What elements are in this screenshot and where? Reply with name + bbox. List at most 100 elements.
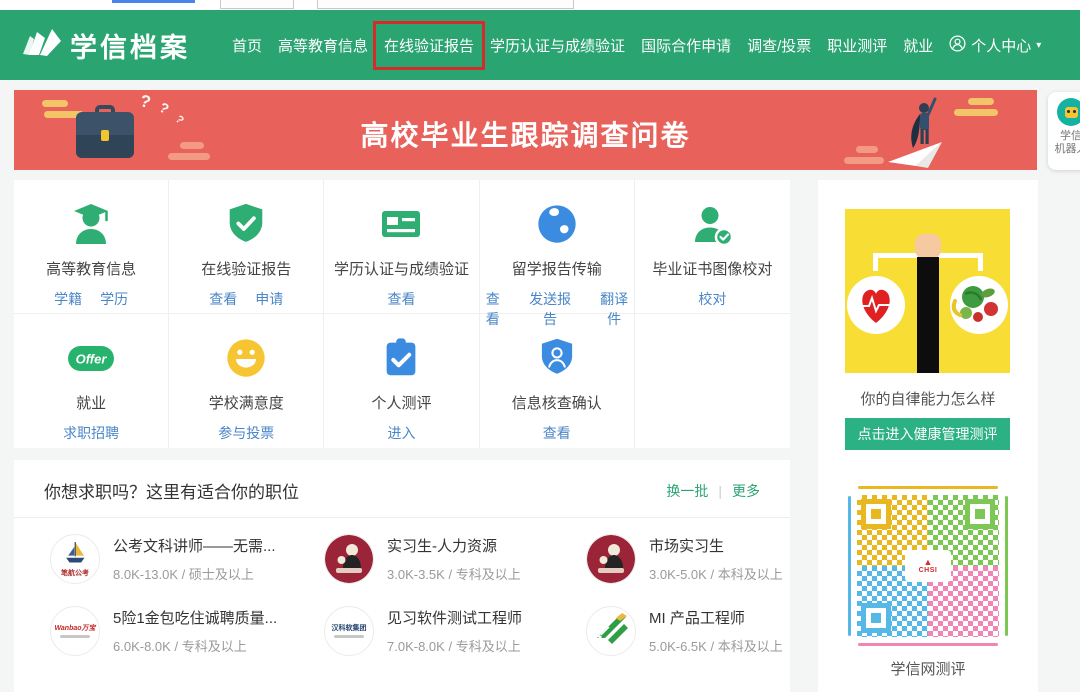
site-logo[interactable]: 学信档案 [20,10,190,80]
service-name: 在线验证报告 [169,258,323,279]
link-view-verification[interactable]: 查看 [387,289,415,309]
job-item-2[interactable]: 实习生-人力资源 3.0K-3.5K / 专科及以上 [324,534,586,584]
job-item-1[interactable]: 笔航公考 公考文科讲师——无需... 8.0K-13.0K / 硕士及以上 [50,534,324,584]
company-logo-hankeruan: 汉科软集团 [324,606,374,656]
chsi-bird-icon: ▲ [924,558,933,567]
service-school-satisfaction: 学校满意度 参与投票 [169,314,324,448]
company-logo-bihang: 笔航公考 [50,534,100,584]
service-name: 信息核查确认 [480,392,634,413]
svg-text:Offer: Offer [76,352,108,367]
nav-item-higher-education-info[interactable]: 高等教育信息 [278,31,368,60]
logo-text: 学信档案 [70,26,190,65]
health-test-illustration[interactable] [845,209,1010,373]
jobs-title: 你想求职吗？这里有适合你的职位 [44,478,299,503]
nav-item-online-verification-report[interactable]: 在线验证报告 [384,31,474,60]
graduate-icon [14,198,168,250]
robot-avatar-icon [1057,98,1080,126]
service-diploma-image-check: 毕业证书图像校对 校对 [635,180,790,314]
main-navbar: 学信档案 首页 高等教育信息 在线验证报告 学历认证与成绩验证 国际合作申请 调… [0,10,1080,80]
company-logo-wanbao: Wanbao万宝 [50,606,100,656]
divider: | [718,483,722,499]
user-center-label: 个人中心 [971,35,1031,56]
service-degree-grade-verification: 学历认证与成绩验证 查看 [324,180,479,314]
refresh-jobs-link[interactable]: 换一批 [666,481,708,501]
nav-item-employment[interactable]: 就业 [903,31,933,60]
job-meta: 8.0K-13.0K / 硕士及以上 [113,564,276,583]
nav-item-international-application[interactable]: 国际合作申请 [641,31,731,60]
nav-item-survey-vote[interactable]: 调查/投票 [747,31,811,60]
nav-item-career-assessment[interactable]: 职业测评 [827,31,887,60]
sidebar-panel: 你的自律能力怎么样 点击进入健康管理测评 ▲ CHSI 学信网测评 [818,180,1038,692]
nav-menu: 首页 高等教育信息 在线验证报告 学历认证与成绩验证 国际合作申请 调查/投票 … [232,10,1041,80]
shield-person-icon [480,332,634,384]
job-item-6[interactable]: MI 产品工程师 5.0K-6.5K / 本科及以上 [586,606,790,656]
job-item-4[interactable]: Wanbao万宝 5险1金包吃住诚聘质量... 6.0K-8.0K / 专科及以… [50,606,324,656]
jobs-grid: 笔航公考 公考文科讲师——无需... 8.0K-13.0K / 硕士及以上 [14,518,790,656]
job-meta: 7.0K-8.0K / 专科及以上 [387,636,522,655]
service-personal-assessment: 个人测评 进入 [324,314,479,448]
offer-badge-icon: Offer [14,332,168,384]
health-assessment-button[interactable]: 点击进入健康管理测评 [845,418,1010,450]
browser-control-fragment [220,0,294,9]
service-overseas-report-transfer: 留学报告传输 查看 发送报告 翻译件 [480,180,635,314]
link-view-confirm[interactable]: 查看 [543,423,571,443]
paper-plane-person-illustration [854,92,984,170]
clipboard-check-icon [324,332,478,384]
link-enter-assessment[interactable]: 进入 [387,423,415,443]
browser-active-tab-indicator [112,0,195,3]
nav-item-label: 在线验证报告 [384,38,474,55]
service-empty-cell [635,314,790,448]
logo-pages-icon [20,27,62,64]
service-name: 个人测评 [324,392,478,413]
nav-item-degree-grade-verification[interactable]: 学历认证与成绩验证 [490,31,625,60]
job-meta: 3.0K-3.5K / 专科及以上 [387,564,521,583]
link-vote[interactable]: 参与投票 [218,423,274,443]
company-logo-mi-circuit [586,606,636,656]
briefcase-icon [76,112,134,158]
service-name: 学校满意度 [169,392,323,413]
id-card-icon [324,198,478,250]
jobs-panel: 你想求职吗？这里有适合你的职位 换一批 | 更多 笔航公考 公考文科讲师——无需… [14,460,790,692]
service-name: 高等教育信息 [14,258,168,279]
chsi-robot-widget[interactable]: 学信 机器人 [1048,92,1080,170]
job-title: 见习软件测试工程师 [387,607,522,628]
user-center-menu[interactable]: 个人中心 ▾ [949,35,1041,56]
service-online-verification-report: 在线验证报告 查看 申请 [169,180,324,314]
link-proofread[interactable]: 校对 [698,289,726,309]
service-info-check-confirm: 信息核查确认 查看 [480,314,635,448]
job-title: 实习生-人力资源 [387,535,521,556]
chsi-logo-badge: ▲ CHSI [905,550,951,582]
service-employment: Offer 就业 求职招聘 [14,314,169,448]
job-title: 5险1金包吃住诚聘质量... [113,607,277,628]
qr-caption: 学信网测评 [818,658,1038,679]
assessment-qr-code: ▲ CHSI [848,486,1008,646]
link-view-report[interactable]: 查看 [209,289,237,309]
service-name: 就业 [14,392,168,413]
more-jobs-link[interactable]: 更多 [732,481,760,501]
job-title: MI 产品工程师 [649,607,783,628]
smiley-icon [169,332,323,384]
link-xueli[interactable]: 学历 [100,289,128,309]
job-item-3[interactable]: 市场实习生 3.0K-5.0K / 本科及以上 [586,534,790,584]
survey-banner[interactable]: 高校毕业生跟踪调查问卷 ? ? ? [14,90,1037,170]
service-higher-education-info: 高等教育信息 学籍 学历 [14,180,169,314]
cloud-decoration [166,142,210,160]
service-name: 学历认证与成绩验证 [324,258,478,279]
robot-label-line2: 机器人 [1048,143,1080,156]
job-title: 市场实习生 [649,535,783,556]
browser-address-fragment [317,0,574,9]
nav-item-home[interactable]: 首页 [232,31,262,60]
person-check-icon [635,198,790,250]
browser-chrome-sliver [0,0,1080,10]
link-xueji[interactable]: 学籍 [54,289,82,309]
job-item-5[interactable]: 汉科软集团 见习软件测试工程师 7.0K-8.0K / 专科及以上 [324,606,586,656]
job-title: 公考文科讲师——无需... [113,535,276,556]
services-panel: 高等教育信息 学籍 学历 在线验证报告 查看 申请 学历认证与成绩验 [14,180,790,448]
health-caption: 你的自律能力怎么样 [818,388,1038,409]
link-job-recruit[interactable]: 求职招聘 [63,423,119,443]
question-mark-decoration: ? [138,91,153,113]
chevron-down-icon: ▾ [1036,40,1041,51]
link-apply-report[interactable]: 申请 [255,289,283,309]
globe-icon [480,198,634,250]
job-meta: 5.0K-6.5K / 本科及以上 [649,636,783,655]
